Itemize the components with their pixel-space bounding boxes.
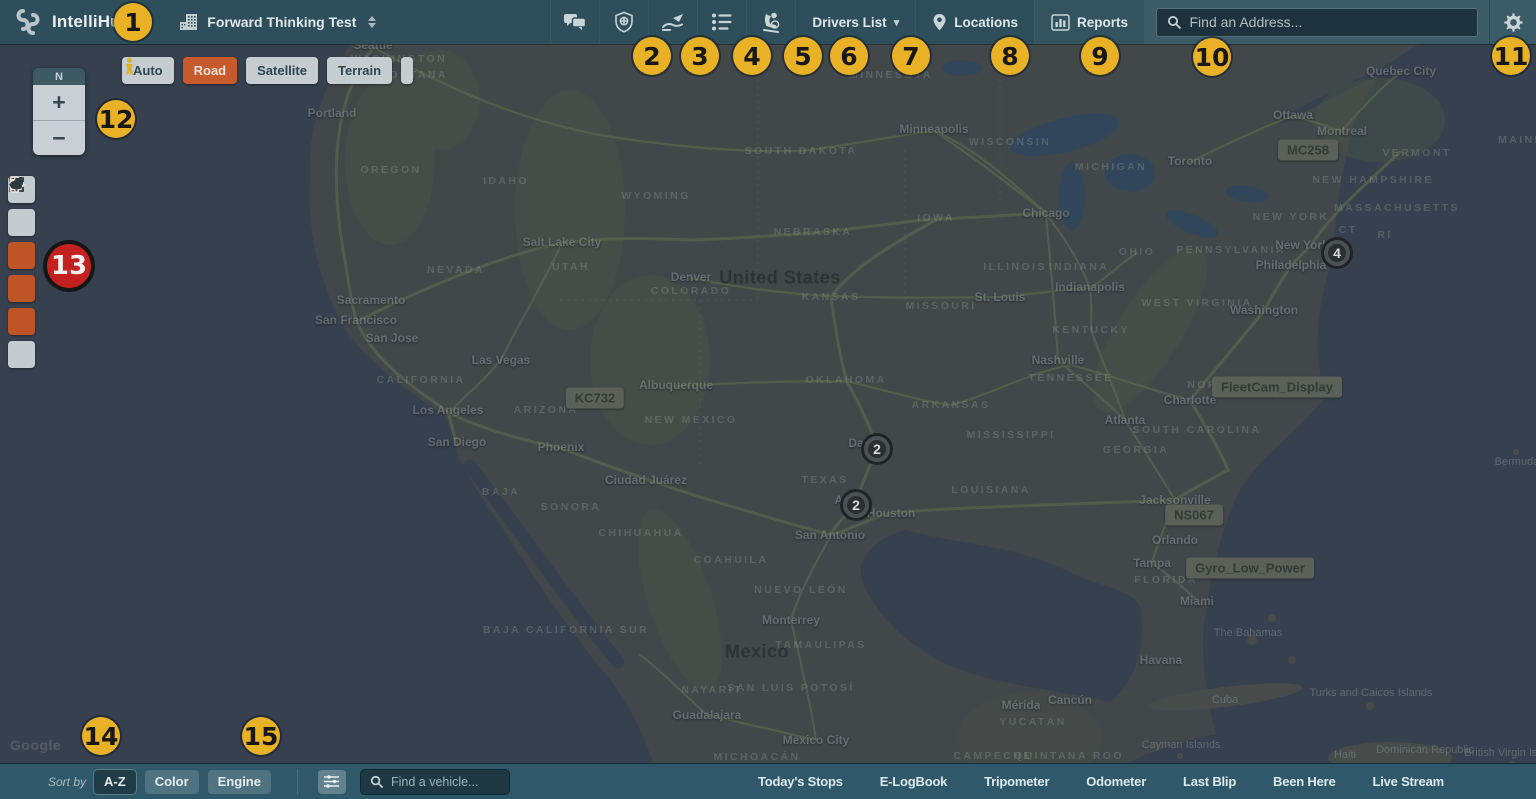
bottom-link[interactable]: Odometer xyxy=(1086,774,1146,789)
top-tool-buttons xyxy=(550,0,795,44)
sort-engine[interactable]: Engine xyxy=(208,770,271,794)
driver-icon xyxy=(760,11,782,33)
cluster-marker[interactable]: 2 xyxy=(864,436,890,462)
cluster-marker[interactable]: 4 xyxy=(1324,240,1350,266)
pegman-icon xyxy=(122,57,137,76)
settings-button[interactable] xyxy=(1489,0,1536,44)
map-type-terrain[interactable]: Terrain xyxy=(327,57,392,84)
gear-icon xyxy=(1502,11,1525,34)
vehicle-label[interactable]: FleetCam_Display xyxy=(1212,377,1342,398)
brand-knot-icon xyxy=(13,7,43,37)
zoom-out-button[interactable]: − xyxy=(33,120,85,155)
locate-button[interactable] xyxy=(8,209,35,236)
bottom-link[interactable]: E-LogBook xyxy=(880,774,948,789)
sort-color[interactable]: Color xyxy=(145,770,199,794)
vehicle-filter-button[interactable] xyxy=(318,770,346,794)
vehicle-label[interactable]: Gyro_Low_Power xyxy=(1186,558,1314,579)
search-icon xyxy=(1167,15,1182,30)
map-type-buttons-slot: AutoRoadSatelliteTerrain xyxy=(122,57,392,84)
address-search-box xyxy=(1156,8,1478,37)
bottom-link[interactable]: Tripometer xyxy=(984,774,1049,789)
vehicle-data-links: Today's Stops E-LogBook Tripometer Odometer… xyxy=(758,764,1444,799)
shield-icon xyxy=(614,11,634,33)
company-sort-arrows-icon xyxy=(368,16,376,28)
vehicle-label[interactable]: MC258 xyxy=(1278,140,1338,161)
labels-toggle-button[interactable] xyxy=(8,275,35,302)
bar-chart-icon xyxy=(1051,14,1070,31)
sort-buttons: A-Z Color Engine xyxy=(94,770,271,794)
cluster-toggle-button[interactable] xyxy=(8,308,35,335)
top-bar: IntelliHub® Forward Thinking Test xyxy=(0,0,1536,44)
google-watermark: Google xyxy=(10,737,61,753)
map-type-satellite[interactable]: Satellite xyxy=(246,57,318,84)
safety-button[interactable] xyxy=(599,0,648,44)
address-search-section xyxy=(1144,0,1489,44)
zoom-in-button[interactable]: + xyxy=(33,85,85,120)
bottom-bar: Sort by A-Z Color Engine Today's Stops E-Lo… xyxy=(0,763,1536,799)
chat-icon xyxy=(563,12,587,32)
sliders-icon xyxy=(323,774,340,789)
driver-status-button[interactable] xyxy=(746,0,795,44)
reports-button[interactable]: Reports xyxy=(1034,0,1144,44)
building-icon xyxy=(178,12,199,32)
vehicle-search-input[interactable] xyxy=(391,775,500,789)
messages-button[interactable] xyxy=(550,0,599,44)
dispatch-button[interactable] xyxy=(648,0,697,44)
location-pin-icon xyxy=(932,13,947,32)
bottom-bar-divider xyxy=(297,769,298,795)
company-name: Forward Thinking Test xyxy=(207,14,356,30)
traffic-toggle-button[interactable] xyxy=(8,242,35,269)
registered-mark: ® xyxy=(131,12,138,22)
search-icon xyxy=(370,775,384,789)
company-selector[interactable]: Forward Thinking Test xyxy=(178,0,376,44)
cluster-marker[interactable]: 2 xyxy=(843,492,869,518)
address-search-input[interactable] xyxy=(1190,14,1467,30)
map-tool-column xyxy=(8,176,35,368)
app-name: IntelliHub® xyxy=(52,12,138,32)
weather-toggle-button[interactable] xyxy=(8,341,35,368)
bottom-link[interactable]: Last Blip xyxy=(1183,774,1236,789)
map-type-switcher: AutoRoadSatelliteTerrain xyxy=(122,57,413,84)
locations-button[interactable]: Locations xyxy=(915,0,1034,44)
brand: IntelliHub® xyxy=(0,0,138,44)
vehicle-search-box xyxy=(360,769,510,795)
bottom-link[interactable]: Live Stream xyxy=(1372,774,1444,789)
app-root: United StatesMexicoWASHINGTONMONTANAMINN… xyxy=(0,0,1536,799)
map-artwork xyxy=(0,0,1536,799)
drivers-list-dropdown[interactable]: Drivers List ▾ xyxy=(795,0,915,44)
cloud-icon xyxy=(8,176,26,190)
pegman-button[interactable] xyxy=(401,57,413,84)
vehicle-label[interactable]: NS067 xyxy=(1165,505,1223,526)
compass-north: N xyxy=(33,68,85,85)
dispatch-icon xyxy=(661,12,685,32)
map-zoom-control: N + − xyxy=(33,68,85,155)
chevron-down-icon: ▾ xyxy=(894,16,900,29)
route-list-icon xyxy=(710,12,734,32)
sort-by-label: Sort by xyxy=(48,775,86,789)
bottom-link[interactable]: Been Here xyxy=(1273,774,1336,789)
routes-button[interactable] xyxy=(697,0,746,44)
map-canvas[interactable]: United StatesMexicoWASHINGTONMONTANAMINN… xyxy=(0,0,1536,799)
bottom-link[interactable]: Today's Stops xyxy=(758,774,843,789)
sort-a-z[interactable]: A-Z xyxy=(94,770,136,794)
vehicle-label[interactable]: KC732 xyxy=(566,388,624,409)
map-type-road[interactable]: Road xyxy=(183,57,238,84)
